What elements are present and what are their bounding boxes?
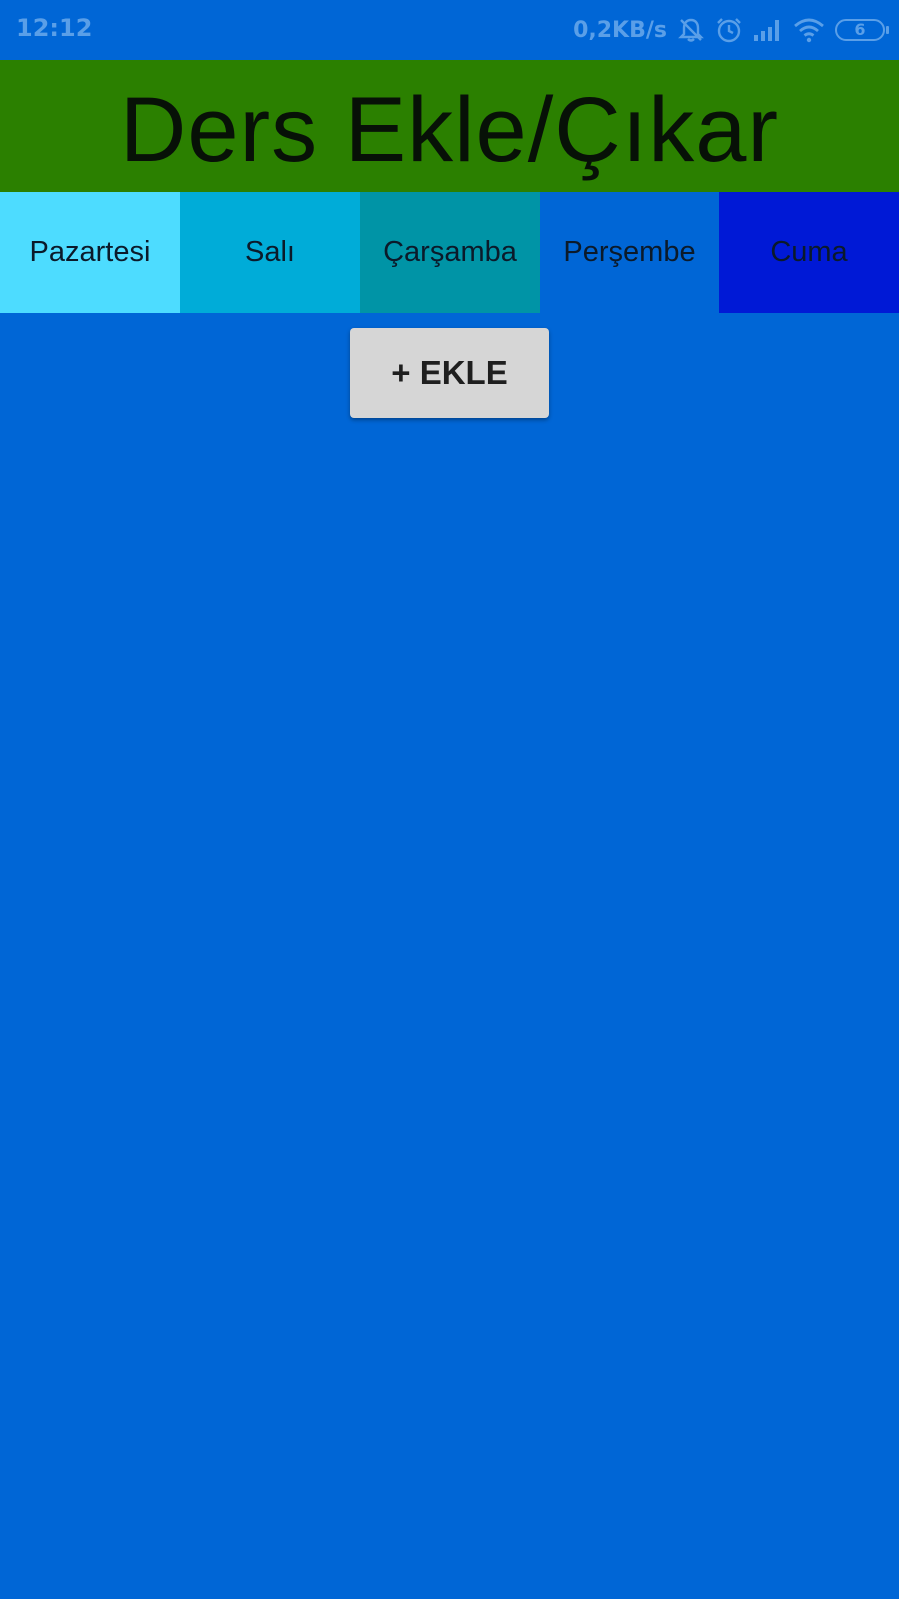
- header-bar: Ders Ekle/Çıkar: [0, 60, 899, 192]
- status-time: 12:12: [16, 14, 93, 42]
- status-icons: 0,2KB/s 6: [573, 12, 889, 48]
- add-button[interactable]: + EKLE: [350, 328, 549, 418]
- tab-sali[interactable]: Salı: [180, 192, 360, 313]
- signal-icon: [753, 18, 783, 42]
- tab-pazartesi[interactable]: Pazartesi: [0, 192, 180, 313]
- battery-level: 6: [854, 20, 866, 39]
- tab-persembe[interactable]: Perşembe: [540, 192, 719, 313]
- tab-carsamba[interactable]: Çarşamba: [360, 192, 540, 313]
- battery-icon: 6: [835, 19, 889, 41]
- page-title: Ders Ekle/Çıkar: [119, 79, 780, 181]
- notifications-off-icon: [677, 16, 705, 44]
- status-bar: 12:12 0,2KB/s 6: [0, 0, 899, 60]
- day-tabs: Pazartesi Salı Çarşamba Perşembe Cuma: [0, 192, 899, 313]
- network-speed: 0,2KB/s: [573, 17, 667, 43]
- tab-cuma[interactable]: Cuma: [719, 192, 899, 313]
- wifi-icon: [793, 17, 825, 43]
- alarm-icon: [715, 16, 743, 44]
